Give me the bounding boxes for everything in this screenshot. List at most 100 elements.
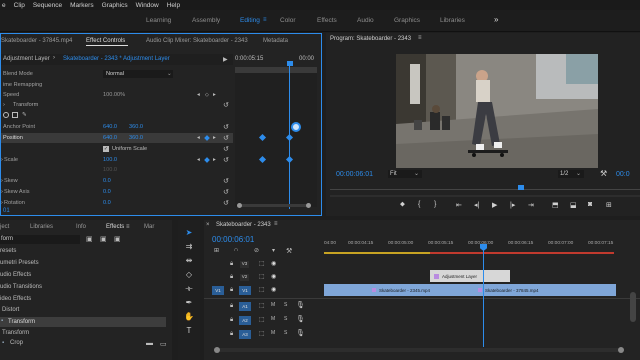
- reset-rotation-icon[interactable]: ↺: [223, 199, 229, 207]
- prev-keyframe-icon[interactable]: ◂: [197, 92, 200, 98]
- workspace-assembly[interactable]: Assembly: [192, 17, 220, 24]
- anchor-point-x[interactable]: 640.0: [103, 124, 117, 130]
- v1-lock-icon[interactable]: 🔒︎: [230, 287, 233, 294]
- go-to-in-icon[interactable]: ⇤: [456, 201, 462, 209]
- a2-sync-icon[interactable]: ⬚: [259, 316, 265, 323]
- timeline-vertical-scrollbar[interactable]: [630, 292, 636, 322]
- tree-item-audio-effects[interactable]: udio Effects: [0, 272, 31, 278]
- clip-path-label[interactable]: Skateboarder - 2343 * Adjustment Layer: [63, 56, 170, 62]
- add-keyframe-icon[interactable]: ◇: [205, 92, 209, 98]
- rectangle-mask-icon[interactable]: [12, 112, 18, 118]
- adjustment-layer-clip[interactable]: Adjustment Layer: [430, 270, 510, 282]
- workspace-color[interactable]: Color: [280, 17, 296, 24]
- skew-axis-value[interactable]: 0.0: [103, 189, 111, 195]
- pen-mask-icon[interactable]: ✎: [22, 112, 27, 118]
- v1-target-button[interactable]: V1: [239, 286, 251, 295]
- keyframe-zoom-scrollbar[interactable]: [237, 204, 309, 207]
- program-monitor-title[interactable]: Program: Skateboarder - 2343: [330, 36, 411, 42]
- time-remapping-label[interactable]: ime Remapping: [3, 82, 42, 88]
- timeline-settings-icon[interactable]: ⚒: [286, 247, 292, 255]
- v3-target-button[interactable]: V3: [240, 261, 249, 268]
- scale-expand-icon[interactable]: ›: [1, 157, 3, 163]
- next-keyframe-icon[interactable]: ▸: [213, 92, 216, 98]
- nest-toggle-icon[interactable]: ⊞: [214, 247, 219, 254]
- reset-skew-axis-icon[interactable]: ↺: [223, 188, 229, 196]
- scale-add-keyframe-icon[interactable]: [204, 157, 210, 163]
- timeline-playhead[interactable]: [483, 244, 484, 347]
- workspace-audio[interactable]: Audio: [357, 17, 374, 24]
- tab-source-clip[interactable]: Skateboarder - 37845.mp4: [1, 38, 72, 44]
- button-editor-icon[interactable]: ⊞: [606, 201, 612, 209]
- a2-mic-icon[interactable]: 🎙︎: [296, 315, 305, 323]
- menu-window[interactable]: Window: [136, 2, 159, 9]
- timeline-menu-icon[interactable]: ≡: [274, 221, 278, 227]
- hand-tool-icon[interactable]: ✋: [183, 312, 195, 321]
- chevron-down-icon[interactable]: ⌄: [167, 71, 172, 77]
- tree-item-distort[interactable]: Distort: [2, 307, 19, 313]
- tab-libraries[interactable]: Libraries: [30, 224, 53, 230]
- tree-item-audio-transitions[interactable]: udio Transitions: [0, 284, 42, 290]
- effects-search-input[interactable]: form: [0, 235, 80, 244]
- scale-prev-keyframe-icon[interactable]: ◂: [197, 157, 200, 163]
- tab-effects[interactable]: Effects: [106, 224, 124, 230]
- tree-item-transform-selected[interactable]: ▪ Transform: [0, 317, 166, 327]
- a2-target-button[interactable]: A2: [239, 316, 251, 325]
- skew-expand-icon[interactable]: ›: [1, 178, 3, 184]
- step-back-icon[interactable]: ◂|: [474, 201, 479, 209]
- a1-sync-icon[interactable]: ⬚: [259, 302, 265, 309]
- v1-clip-b[interactable]: Skateboarder - 37845.mp4: [474, 284, 616, 296]
- timeline-horizontal-scrollbar[interactable]: [214, 348, 624, 352]
- play-button-icon[interactable]: ▶: [492, 201, 497, 209]
- workspace-libraries[interactable]: Libraries: [440, 17, 465, 24]
- rotation-value[interactable]: 0.0: [103, 200, 111, 206]
- mark-in-icon[interactable]: {: [418, 201, 420, 208]
- workspace-graphics[interactable]: Graphics: [394, 17, 420, 24]
- reset-skew-icon[interactable]: ↺: [223, 177, 229, 185]
- a3-mute-button[interactable]: M: [271, 330, 275, 336]
- tab-effect-controls[interactable]: Effect Controls: [86, 38, 125, 44]
- program-zoom-bar[interactable]: [330, 195, 640, 197]
- export-frame-icon[interactable]: ◙: [588, 201, 592, 208]
- go-to-out-icon[interactable]: ⇥: [528, 201, 534, 209]
- extract-icon[interactable]: ⬓: [570, 201, 577, 209]
- menu-clip[interactable]: Clip: [14, 2, 25, 9]
- tree-item-lumetri-presets[interactable]: umetri Presets: [0, 260, 39, 266]
- a1-mute-button[interactable]: M: [271, 302, 275, 308]
- scroll-handle-right[interactable]: [618, 347, 624, 353]
- add-marker-icon[interactable]: ⬥: [400, 201, 405, 209]
- resolution-chevron-icon[interactable]: ⌄: [576, 170, 581, 177]
- program-playhead[interactable]: [518, 185, 524, 190]
- linked-selection-icon[interactable]: ⊘: [254, 247, 259, 254]
- fx-icon[interactable]: ›: [3, 102, 5, 108]
- a1-target-button[interactable]: A1: [239, 302, 251, 311]
- play-only-audio-icon[interactable]: ▶: [223, 56, 228, 63]
- a1-mic-icon[interactable]: 🎙︎: [296, 301, 305, 309]
- menu-help[interactable]: Help: [167, 2, 180, 9]
- chevron-right-icon[interactable]: ›: [53, 55, 55, 61]
- skew-axis-expand-icon[interactable]: ›: [1, 189, 3, 195]
- v1-eye-icon[interactable]: ◉: [271, 286, 276, 293]
- ripple-edit-tool-icon[interactable]: ⇹: [183, 256, 195, 265]
- zoom-handle-left[interactable]: [237, 203, 242, 208]
- v2-target-button[interactable]: V2: [240, 274, 249, 281]
- a2-solo-button[interactable]: S: [284, 316, 287, 322]
- position-add-keyframe-icon[interactable]: [204, 135, 210, 141]
- new-bin-icon[interactable]: ▬: [146, 340, 153, 347]
- tab-audio-clip-mixer[interactable]: Audio Clip Mixer: Skateboarder - 2343: [146, 38, 248, 44]
- tree-item-presets[interactable]: resets: [0, 248, 16, 254]
- lift-icon[interactable]: ⬒: [552, 201, 559, 209]
- tab-info[interactable]: Info: [76, 224, 86, 230]
- effect-controls-timecode[interactable]: 01: [3, 208, 10, 214]
- slip-tool-icon[interactable]: ⟛: [183, 284, 195, 294]
- type-tool-icon[interactable]: T: [183, 326, 195, 335]
- keyframe-area[interactable]: [235, 67, 317, 207]
- position-next-keyframe-icon[interactable]: ▸: [213, 135, 216, 141]
- workspace-menu-icon[interactable]: ≡: [263, 17, 267, 23]
- a3-mic-icon[interactable]: 🎙︎: [296, 329, 305, 337]
- new-item-icon[interactable]: ▭: [160, 340, 167, 348]
- scroll-handle-left[interactable]: [214, 347, 220, 353]
- workspace-editing[interactable]: Editing: [240, 17, 260, 24]
- tab-markers[interactable]: Mar: [144, 224, 154, 230]
- menu-edit[interactable]: e: [2, 2, 6, 9]
- a2-lock-icon[interactable]: 🔒︎: [230, 317, 233, 324]
